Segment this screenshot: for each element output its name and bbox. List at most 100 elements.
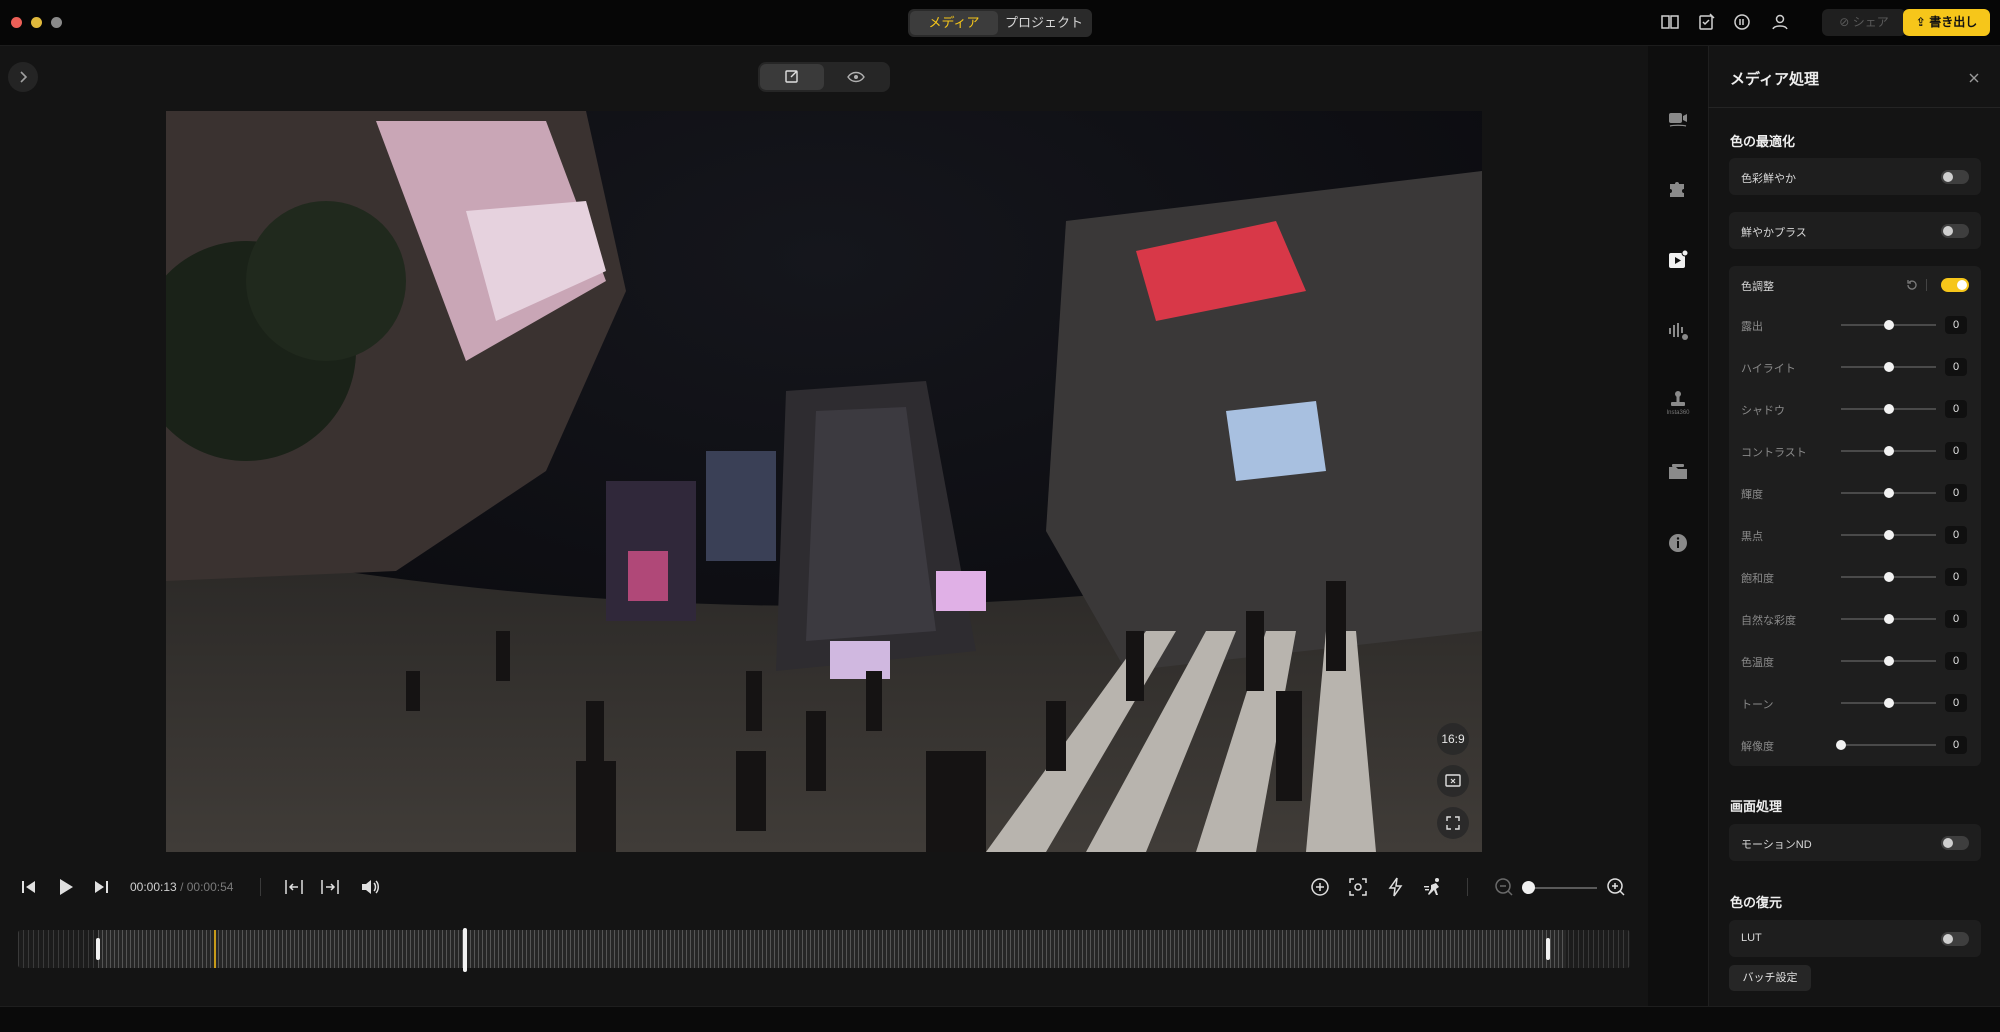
crop-reset-button[interactable] [1437,765,1469,797]
share-button[interactable]: ⊘ シェア [1822,9,1906,36]
adjust-slider-knob[interactable] [1883,656,1894,666]
zoom-slider-knob[interactable] [1522,881,1535,894]
trim-start-icon[interactable] [282,875,306,899]
edit-view-button[interactable] [760,64,824,90]
book-icon[interactable] [1659,11,1681,33]
vivid-plus-label: 鮮やかプラス [1741,227,1807,239]
adjust-label: 飽和度 [1741,573,1774,585]
mode-switcher: メディア プロジェクト [908,9,1092,37]
playhead[interactable] [214,930,216,968]
fullscreen-button[interactable] [1437,807,1469,839]
section-title-screen-processing: 画面処理 [1730,799,1783,814]
adjust-value[interactable]: 0 [1945,526,1967,544]
zoom-out-icon[interactable] [1492,875,1516,899]
reset-icon[interactable] [1905,278,1919,292]
adjust-slider-knob[interactable] [1883,698,1894,708]
color-adjust-toggle[interactable] [1941,278,1969,292]
add-keyframe-icon[interactable] [1308,875,1332,899]
timeline-marker[interactable] [463,928,467,972]
chevron-right-icon [20,71,28,83]
skip-forward-icon[interactable] [89,875,113,899]
adjust-value[interactable]: 0 [1945,610,1967,628]
lut-label: LUT [1741,932,1762,944]
video-icon[interactable] [1666,106,1690,130]
adjust-slider-knob[interactable] [1883,614,1894,624]
link-icon: ⊘ [1839,15,1853,29]
export-button[interactable]: ⇪ 書き出し [1903,9,1990,36]
adjust-value[interactable]: 0 [1945,694,1967,712]
puzzle-icon[interactable] [1666,177,1690,201]
time-separator: / [180,880,184,894]
status-bar [0,1006,2000,1032]
volume-icon[interactable] [358,875,382,899]
adjust-slider-knob[interactable] [1836,740,1846,750]
video-preview[interactable] [166,111,1482,852]
adjust-slider[interactable] [1841,744,1936,746]
adjust-value[interactable]: 0 [1945,484,1967,502]
user-icon[interactable] [1769,11,1791,33]
tab-project[interactable]: プロジェクト [998,11,1090,35]
toggle-knob [1943,172,1953,182]
fullscreen-icon [1446,816,1460,830]
trim-start-handle[interactable] [96,938,100,960]
adjust-value[interactable]: 0 [1945,358,1967,376]
color-adjust-card [1729,266,1981,766]
adjust-value[interactable]: 0 [1945,316,1967,334]
vivid-plus-toggle[interactable] [1941,224,1969,238]
tab-media[interactable]: メディア [910,11,998,35]
close-window-button[interactable] [11,17,22,28]
expand-sidebar-button[interactable] [8,62,38,92]
toggle-knob [1943,934,1953,944]
minimize-window-button[interactable] [31,17,42,28]
adjust-value[interactable]: 0 [1945,400,1967,418]
play-icon[interactable] [53,875,77,899]
stamp-icon[interactable] [1666,388,1690,412]
adjust-slider-knob[interactable] [1883,404,1894,414]
adjust-label: 色温度 [1741,657,1774,669]
panel-divider [1708,107,2000,108]
motion-nd-label: モーションND [1741,839,1812,851]
aspect-ratio-button[interactable]: 16:9 [1437,723,1469,755]
toggle-knob [1943,226,1953,236]
total-time: 00:00:54 [186,880,234,894]
adjust-label: 露出 [1741,321,1763,333]
zoom-in-icon[interactable] [1604,875,1628,899]
video-frame-image [166,111,1482,852]
timeline-selection[interactable] [98,930,1566,968]
adjust-value[interactable]: 0 [1945,652,1967,670]
edit-check-icon[interactable] [1696,11,1718,33]
info-icon[interactable] [1666,531,1690,555]
adjust-slider-knob[interactable] [1883,572,1894,582]
divider [1926,279,1927,291]
preview-view-button[interactable] [824,64,888,90]
adjust-label: 自然な彩度 [1741,615,1796,627]
adjust-slider-knob[interactable] [1883,446,1894,456]
badge-icon[interactable] [1731,11,1753,33]
close-icon[interactable] [1966,70,1982,86]
trim-end-icon[interactable] [318,875,342,899]
adjust-value[interactable]: 0 [1945,568,1967,586]
batch-settings-button[interactable]: バッチ設定 [1729,965,1811,991]
adjust-slider-knob[interactable] [1883,488,1894,498]
skip-back-icon[interactable] [17,875,41,899]
insta360-label: Insta360 [1666,410,1690,416]
adjust-slider-knob[interactable] [1883,362,1894,372]
audio-settings-icon[interactable] [1666,319,1690,343]
divider [260,878,261,896]
adjust-slider-knob[interactable] [1883,320,1894,330]
speed-icon[interactable] [1422,875,1446,899]
adjust-value[interactable]: 0 [1945,442,1967,460]
media-processing-icon[interactable] [1666,248,1690,272]
upload-icon: ⇪ [1915,15,1930,29]
folder-icon[interactable] [1666,460,1690,484]
trim-end-handle[interactable] [1546,938,1550,960]
focus-track-icon[interactable] [1346,875,1370,899]
flash-icon[interactable] [1384,875,1408,899]
zoom-window-button[interactable] [51,17,62,28]
adjust-value[interactable]: 0 [1945,736,1967,754]
motion-nd-toggle[interactable] [1941,836,1969,850]
vivid-toggle[interactable] [1941,170,1969,184]
adjust-slider-knob[interactable] [1883,530,1894,540]
lut-toggle[interactable] [1941,932,1969,946]
timeline-track[interactable] [18,930,1630,968]
